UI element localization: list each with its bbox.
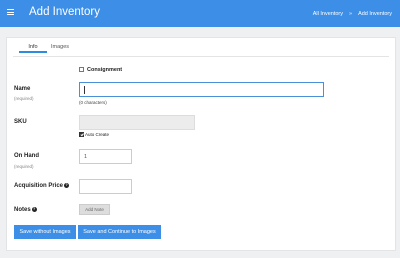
- breadcrumb: All Inventory » Add Inventory: [313, 11, 392, 17]
- on-hand-required-text: (required): [14, 164, 34, 169]
- tab-bar: Info Images: [13, 40, 389, 57]
- hamburger-menu-icon[interactable]: [7, 9, 14, 15]
- form-card: Info Images Consignment Name (required) …: [6, 37, 396, 251]
- consignment-label: Consignment: [87, 66, 123, 73]
- auto-create-label: Auto Create: [85, 132, 110, 137]
- add-note-button[interactable]: Add Note: [79, 204, 110, 215]
- breadcrumb-separator: »: [349, 11, 353, 17]
- breadcrumb-all-inventory[interactable]: All Inventory: [313, 11, 343, 17]
- consignment-checkbox[interactable]: [79, 67, 84, 72]
- auto-create-checkbox[interactable]: [79, 132, 84, 137]
- save-without-images-button[interactable]: Save without Images: [14, 225, 76, 239]
- name-input[interactable]: [79, 82, 324, 97]
- help-icon[interactable]: ?: [31, 207, 37, 212]
- tab-info[interactable]: Info: [19, 40, 47, 53]
- on-hand-label: On Hand: [14, 153, 39, 159]
- sku-label: SKU: [14, 119, 27, 125]
- acquisition-price-label: Acquisition Price?: [14, 183, 70, 190]
- app-header: Add Inventory All Inventory » Add Invent…: [0, 0, 400, 27]
- save-and-continue-button[interactable]: Save and Continue to Images: [78, 225, 161, 239]
- notes-label: Notes?: [14, 207, 37, 214]
- breadcrumb-add-inventory: Add Inventory: [358, 11, 392, 17]
- acquisition-price-input[interactable]: [79, 179, 132, 194]
- name-required-text: (required): [14, 96, 34, 101]
- name-character-count: (0 characters): [79, 100, 107, 105]
- tab-images[interactable]: Images: [51, 44, 69, 50]
- page-title: Add Inventory: [29, 6, 100, 18]
- text-caret: [84, 85, 85, 94]
- on-hand-input[interactable]: 1: [79, 149, 132, 164]
- sku-input[interactable]: [79, 115, 195, 130]
- name-label: Name: [14, 86, 31, 92]
- help-icon[interactable]: ?: [64, 183, 70, 188]
